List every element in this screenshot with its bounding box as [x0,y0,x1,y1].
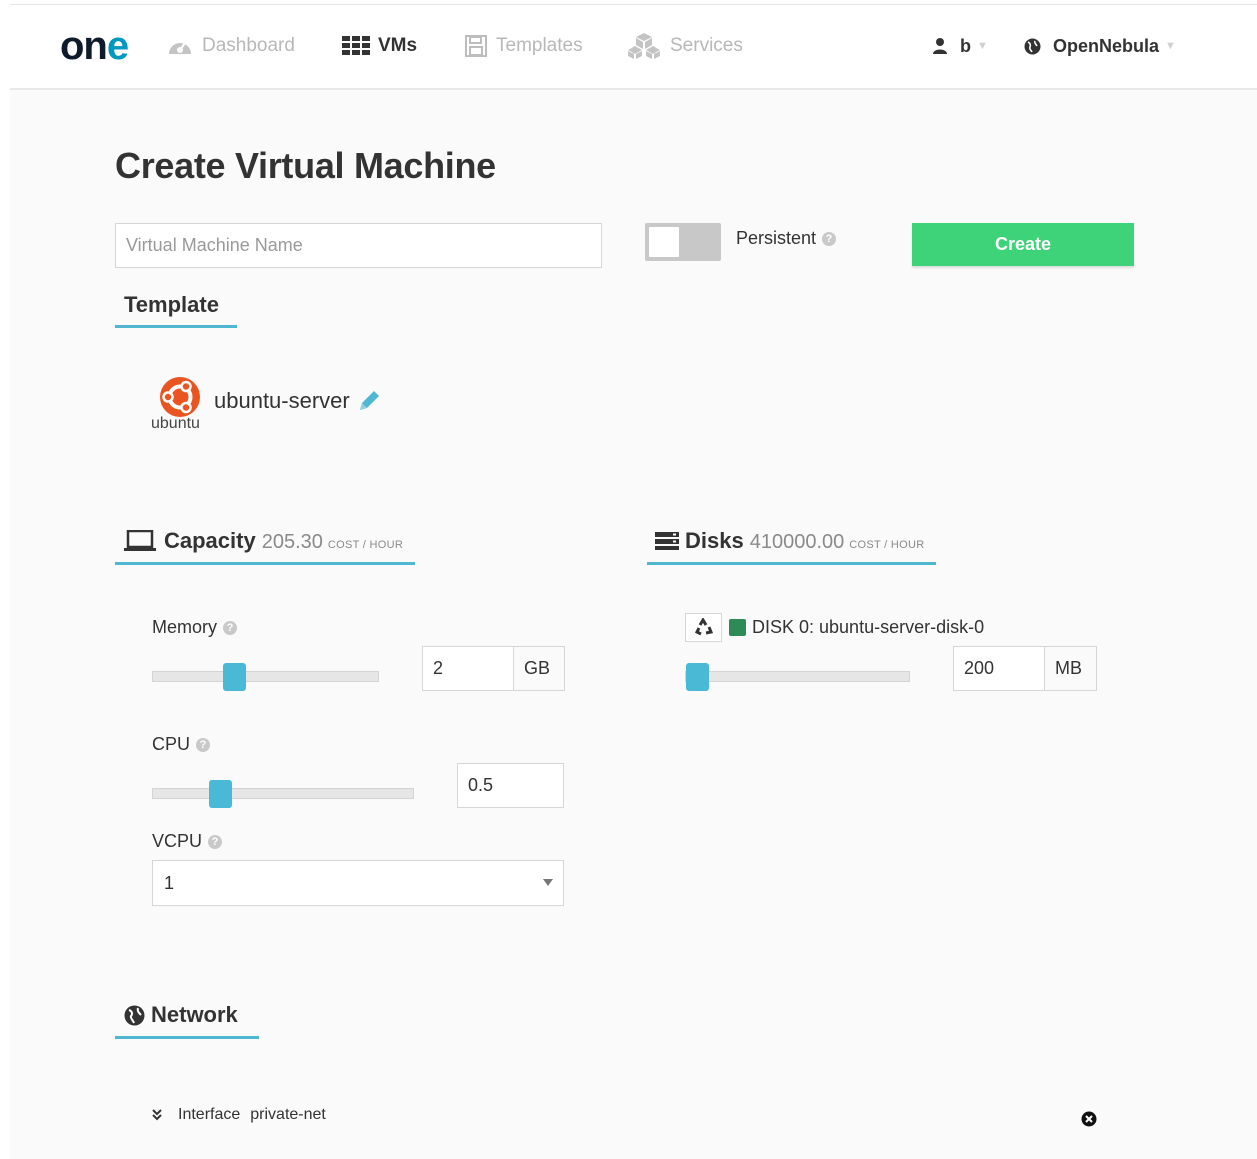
page-title: Create Virtual Machine [115,145,496,186]
disk-status-indicator [729,619,746,636]
nav-services-label: Services [670,35,743,56]
help-icon[interactable]: ? [208,834,223,849]
zone-name: OpenNebula [1053,35,1160,56]
template-heading: Template [124,292,219,317]
cpu-slider-handle[interactable] [209,780,233,808]
nav-vms[interactable]: VMs [342,33,417,59]
nav-dashboard[interactable]: Dashboard [166,33,295,59]
nav-templates-label: Templates [496,35,583,56]
nav-dashboard-label: Dashboard [202,35,295,56]
vcpu-value: 1 [164,872,175,893]
disks-cost-unit: COST / HOUR [849,539,925,551]
capacity-tab-underline [115,562,415,565]
create-button[interactable]: Create [912,223,1134,266]
help-icon[interactable]: ? [822,231,837,246]
grid-icon [342,35,370,57]
template-name: ubuntu-server [214,388,350,413]
laptop-icon [124,530,156,552]
user-icon [932,37,948,55]
nav-vms-label: VMs [378,35,418,56]
network-heading: Network [151,1002,238,1027]
cpu-slider-track[interactable] [152,788,414,799]
template-name-group: ubuntu-server [214,388,382,414]
capacity-tab[interactable]: Capacity 205.30 COST / HOUR [124,528,403,554]
globe-icon [124,1005,145,1026]
disk-unit-select[interactable]: MB [1044,646,1097,691]
double-chevron-down-icon [152,1109,162,1121]
toggle-knob [649,227,679,257]
help-icon[interactable]: ? [196,737,211,752]
memory-input[interactable]: 2 [422,646,514,691]
os-logo-text: ubuntu [151,415,200,432]
disks-tab[interactable]: Disks 410000.00 COST / HOUR [655,528,924,554]
opennebula-logo[interactable]: one [60,22,129,70]
cpu-label: CPU [152,734,191,754]
interface-row[interactable]: Interface private-net [152,1106,326,1124]
disk-slider-handle[interactable] [686,663,709,691]
cubes-icon [626,32,662,60]
dashboard-icon [166,35,194,57]
capacity-cost: 205.30 [261,531,323,553]
disk-size-input[interactable]: 200 [953,646,1045,691]
persistent-label: Persistent [736,228,817,248]
close-circle-icon [1081,1111,1097,1127]
vm-name-input[interactable] [115,223,602,268]
disks-cost: 410000.00 [749,531,845,553]
dropdown-arrow-icon [543,879,553,886]
cpu-input[interactable]: 0.5 [457,763,564,808]
logo-text: one [60,24,129,68]
recycle-icon [694,617,714,638]
vcpu-label: VCPU [152,831,203,851]
network-tab-underline [115,1036,259,1039]
capacity-heading: Capacity [164,528,256,553]
template-tab[interactable]: Template [124,292,219,318]
help-icon[interactable]: ? [223,620,238,635]
reset-disk-button[interactable] [685,613,722,642]
persistent-label-group: Persistent ? [736,228,837,249]
vcpu-label-group: VCPU ? [152,831,223,852]
memory-label: Memory [152,617,218,637]
memory-slider-handle[interactable] [223,663,247,691]
disks-tab-underline [647,562,936,565]
memory-unit-select[interactable]: GB [513,646,565,691]
zone-menu[interactable]: OpenNebula ▼ [1024,33,1176,59]
memory-label-group: Memory ? [152,617,238,638]
globe-icon [1024,38,1041,55]
interface-label: Interface [178,1106,241,1123]
remove-interface-button[interactable] [1081,1111,1097,1132]
network-tab[interactable]: Network [124,1002,238,1028]
chevron-down-icon: ▼ [1165,40,1176,52]
vcpu-select[interactable]: 1 [152,860,564,906]
server-icon [655,531,679,551]
nav-templates[interactable]: Templates [464,33,583,59]
disk-label: DISK 0: ubuntu-server-disk-0 [752,617,985,637]
nav-services[interactable]: Services [626,33,743,59]
user-name: b [960,35,971,56]
cpu-label-group: CPU ? [152,734,211,755]
pencil-icon[interactable] [356,388,382,414]
user-menu[interactable]: b ▼ [932,33,988,59]
capacity-cost-unit: COST / HOUR [327,539,404,551]
template-tab-underline [115,325,237,328]
memory-slider-track[interactable] [152,671,379,682]
save-icon [464,34,488,58]
disk-slider-track[interactable] [685,671,910,682]
interface-name: private-net [250,1106,326,1123]
chevron-down-icon: ▼ [977,40,988,52]
disks-heading: Disks [685,528,744,553]
persistent-toggle[interactable] [645,223,721,261]
